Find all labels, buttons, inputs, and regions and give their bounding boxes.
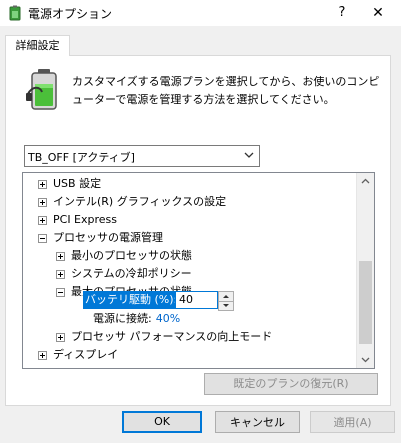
scrollbar-thumb[interactable] xyxy=(359,261,372,344)
plugged-in-value[interactable]: 40% xyxy=(156,312,180,325)
close-button[interactable]: ✕ xyxy=(366,3,390,23)
description-text: カスタマイズする電源プランを選択してから、お使いのコンピューターで電源を管理する… xyxy=(72,75,380,106)
expand-plus-icon[interactable] xyxy=(56,333,65,342)
restore-defaults-button[interactable]: 既定のプランの復元(R) xyxy=(204,373,378,395)
apply-button[interactable]: 適用(A) xyxy=(310,411,395,433)
expand-plus-icon[interactable] xyxy=(38,198,47,207)
expand-plus-icon[interactable] xyxy=(38,351,47,360)
advanced-settings-panel: カスタマイズする電源プランを選択してから、お使いのコンピューターで電源を管理する… xyxy=(5,55,391,406)
tab-advanced-settings[interactable]: 詳細設定 xyxy=(5,35,70,56)
power-plan-select[interactable]: TB_OFF [アクティブ] xyxy=(24,145,260,167)
tree-scrollbar[interactable] xyxy=(356,173,374,368)
plugged-in-label: 電源に接続: xyxy=(93,312,152,325)
expand-plus-icon[interactable] xyxy=(38,216,47,225)
cancel-button[interactable]: キャンセル xyxy=(215,411,300,433)
tree-content: USB 設定 インテル(R) グラフィックスの設定 PCI Express プロ… xyxy=(23,173,356,368)
tree-item-label: プロセッサ パフォーマンスの向上モード xyxy=(71,330,273,343)
tree-item-label: ディスプレイ xyxy=(53,348,119,361)
spin-down-icon[interactable] xyxy=(219,301,233,310)
settings-tree[interactable]: USB 設定 インテル(R) グラフィックスの設定 PCI Express プロ… xyxy=(22,172,375,369)
tree-item-label: 最小のプロセッサの状態 xyxy=(71,249,192,262)
tree-item-label: USB 設定 xyxy=(53,177,102,190)
battery-value-stepper[interactable] xyxy=(218,291,234,311)
window-title: 電源オプション xyxy=(28,7,113,21)
tree-item-label: PCI Express xyxy=(53,213,118,226)
power-plan-value: TB_OFF [アクティブ] xyxy=(28,151,135,164)
scroll-up-icon[interactable] xyxy=(357,173,374,190)
chevron-down-icon xyxy=(244,152,254,158)
help-button[interactable]: ? xyxy=(330,3,354,23)
expand-plus-icon[interactable] xyxy=(56,252,65,261)
on-battery-value-input[interactable]: 40 xyxy=(175,291,218,309)
expand-plus-icon[interactable] xyxy=(38,180,47,189)
tree-item-label: システムの冷却ポリシー xyxy=(71,267,192,280)
plugged-in-setting[interactable]: 電源に接続: 40% xyxy=(93,310,180,326)
scroll-down-icon[interactable] xyxy=(357,351,374,368)
tree-item-label: インテル(R) グラフィックスの設定 xyxy=(53,195,227,208)
collapse-minus-icon[interactable] xyxy=(56,288,65,297)
on-battery-label[interactable]: バッテリ駆動 (%): xyxy=(83,291,180,309)
tree-item-label: プロセッサの電源管理 xyxy=(53,231,163,244)
title-bar: 電源オプション ? ✕ xyxy=(0,0,401,26)
ok-button[interactable]: OK xyxy=(122,411,202,433)
power-options-icon xyxy=(9,5,21,21)
collapse-minus-icon[interactable] xyxy=(38,234,47,243)
expand-plus-icon[interactable] xyxy=(56,270,65,279)
battery-icon xyxy=(26,69,57,110)
